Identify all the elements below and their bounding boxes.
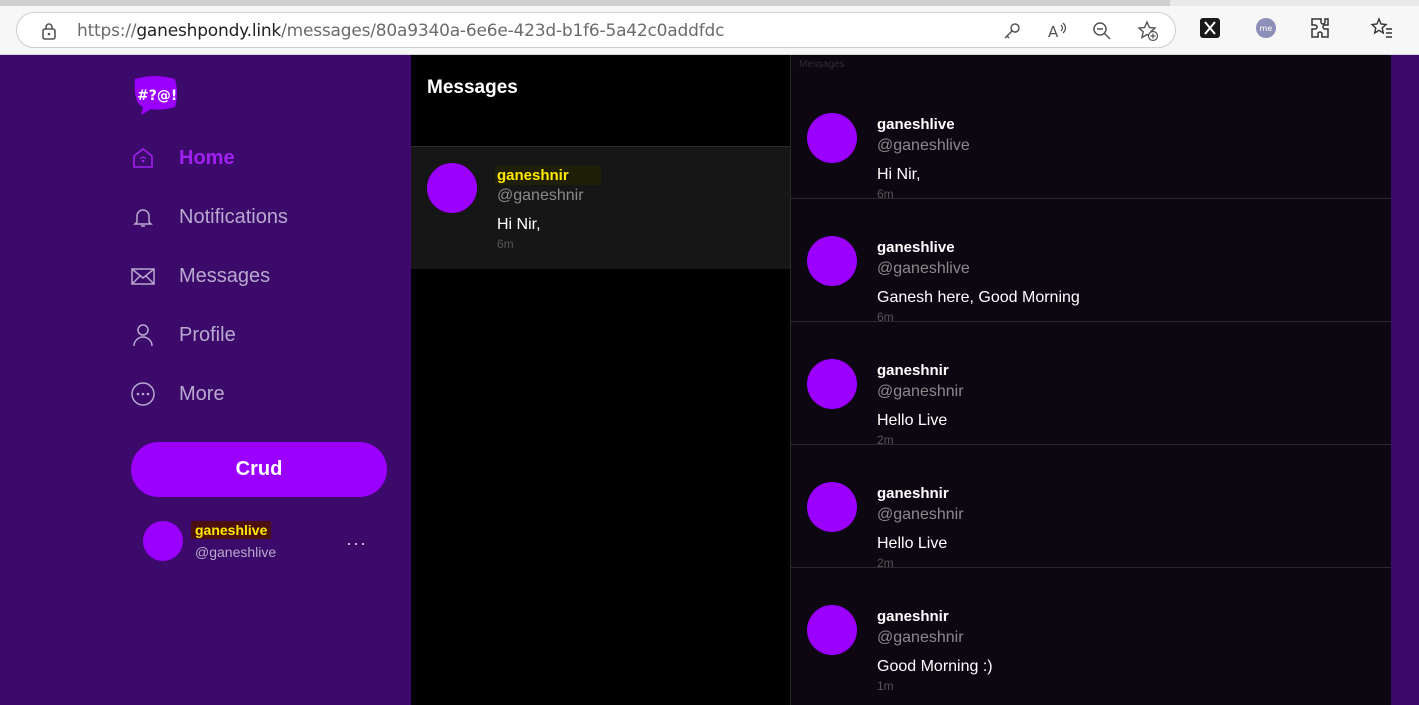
nav-label-more: More (179, 382, 225, 405)
message-author: ganeshnir (877, 485, 949, 502)
thread-hint: Messages (799, 59, 845, 70)
nav-label-profile: Profile (179, 323, 236, 346)
message-author: ganeshnir (877, 608, 949, 625)
key-icon[interactable] (1001, 20, 1023, 42)
message-item: ganeshnir @ganeshnir Good Morning :) 1m (791, 568, 1392, 693)
nav-item-home[interactable]: Home (131, 138, 235, 178)
url-text[interactable]: https://ganeshpondy.link/messages/80a934… (77, 21, 724, 41)
message-handle: @ganeshnir (877, 506, 964, 523)
message-time: 1m (877, 679, 894, 693)
current-user-name[interactable]: ganeshlive (191, 521, 272, 539)
favorites-icon[interactable] (1370, 16, 1394, 40)
message-handle: @ganeshlive (877, 137, 970, 154)
message-item: ganeshlive @ganeshlive Hi Nir, 6m (791, 76, 1392, 201)
page-title: Messages (427, 77, 518, 98)
current-user-handle: @ganeshlive (195, 544, 277, 560)
svg-text:A: A (1048, 23, 1059, 41)
message-item: ganeshnir @ganeshnir Hello Live 2m (791, 322, 1392, 447)
address-bar[interactable]: https://ganeshpondy.link/messages/80a934… (16, 12, 1176, 48)
conversation-preview: Hi Nir, (497, 216, 541, 233)
logo-text: #?@! (137, 88, 177, 104)
messages-panel: Messages ganeshnir @ganeshnir Hi Nir, 6m (411, 55, 790, 705)
conversation-name: ganeshnir (495, 166, 601, 185)
message-text: Hello Live (877, 535, 948, 552)
message-text: Hi Nir, (877, 166, 921, 183)
url-prefix: https:// (77, 21, 137, 41)
user-icon (133, 324, 153, 347)
add-favorite-icon[interactable] (1137, 20, 1159, 42)
svg-text:me: me (1260, 24, 1273, 33)
sidebar-nav: #?@! Home Notifications Messages Profile… (0, 55, 411, 705)
nav-label-notifications: Notifications (179, 205, 288, 228)
active-tab[interactable] (0, 0, 1170, 6)
zoom-out-icon[interactable] (1091, 20, 1113, 42)
profile-extension-icon[interactable]: me (1254, 16, 1278, 40)
message-handle: @ganeshnir (877, 383, 964, 400)
conversation-time: 6m (497, 237, 514, 251)
page-margin (1391, 55, 1419, 705)
message-author: ganeshnir (877, 362, 949, 379)
lock-icon[interactable] (39, 21, 59, 41)
nav-item-profile[interactable]: Profile (131, 315, 236, 355)
nav-label-home: Home (179, 146, 235, 169)
avatar[interactable] (143, 521, 183, 561)
message-handle: @ganeshlive (877, 260, 970, 277)
app-logo[interactable]: #?@! (131, 75, 179, 115)
nav-label-messages: Messages (179, 264, 271, 287)
message-author: ganeshlive (877, 239, 955, 256)
bell-icon (133, 209, 153, 227)
extensions-icon[interactable] (1309, 16, 1333, 40)
url-host: ganeshpondy.link (136, 21, 282, 41)
avatar (427, 163, 477, 213)
avatar[interactable] (807, 605, 857, 655)
read-aloud-icon[interactable]: A (1046, 20, 1068, 42)
x-app-icon[interactable] (1198, 16, 1222, 40)
envelope-icon (131, 268, 155, 285)
nav-item-messages[interactable]: Messages (131, 256, 270, 296)
browser-toolbar: https://ganeshpondy.link/messages/80a934… (0, 0, 1419, 55)
home-icon (133, 147, 153, 168)
message-handle: @ganeshnir (877, 629, 964, 646)
avatar[interactable] (807, 359, 857, 409)
message-text: Ganesh here, Good Morning (877, 289, 1080, 306)
nav-item-notifications[interactable]: Notifications (131, 197, 288, 237)
more-circle-icon (131, 382, 155, 406)
message-text: Hello Live (877, 412, 948, 429)
message-author: ganeshlive (877, 116, 955, 133)
tab-strip (0, 0, 1419, 6)
avatar[interactable] (807, 236, 857, 286)
conversation-item[interactable]: ganeshnir @ganeshnir Hi Nir, 6m (411, 147, 790, 269)
conversation-handle: @ganeshnir (497, 187, 584, 204)
nav-item-more[interactable]: More (131, 374, 225, 414)
message-item: ganeshlive @ganeshlive Ganesh here, Good… (791, 199, 1392, 324)
crud-button[interactable]: Crud (131, 442, 387, 497)
avatar[interactable] (807, 482, 857, 532)
message-item: ganeshnir @ganeshnir Hello Live 2m (791, 445, 1392, 570)
account-menu-button[interactable]: ··· (346, 533, 367, 554)
message-text: Good Morning :) (877, 658, 993, 675)
avatar[interactable] (807, 113, 857, 163)
message-thread: Messages ganeshlive @ganeshlive Hi Nir, … (790, 55, 1392, 705)
url-path: /messages/80a9340a-6e6e-423d-b1f6-5a42c0… (281, 21, 725, 41)
